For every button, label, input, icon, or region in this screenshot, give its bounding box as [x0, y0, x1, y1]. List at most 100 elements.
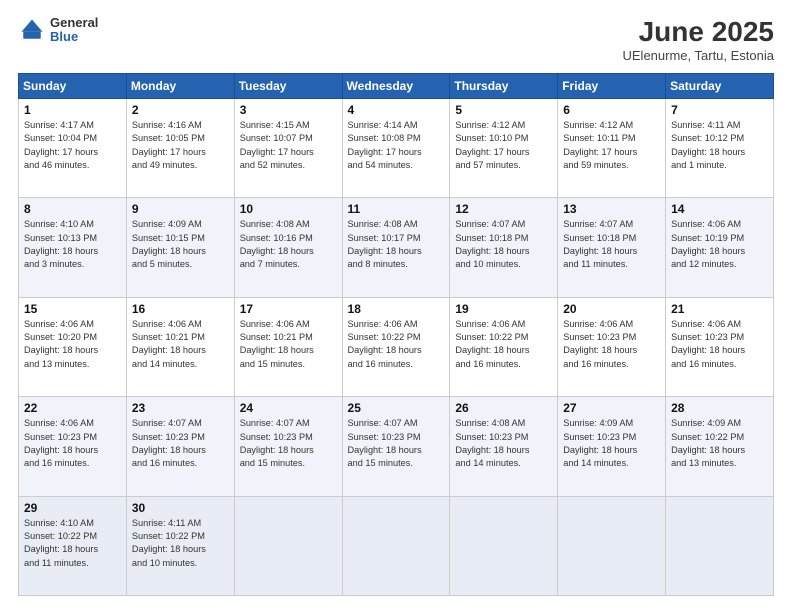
- table-row: 27Sunrise: 4:09 AM Sunset: 10:23 PM Dayl…: [558, 397, 666, 496]
- day-info: Sunrise: 4:09 AM Sunset: 10:15 PM Daylig…: [132, 218, 229, 271]
- day-number: 25: [348, 401, 445, 415]
- day-number: 11: [348, 202, 445, 216]
- logo-blue-text: Blue: [50, 30, 98, 44]
- calendar-week-4: 22Sunrise: 4:06 AM Sunset: 10:23 PM Dayl…: [19, 397, 774, 496]
- day-info: Sunrise: 4:08 AM Sunset: 10:16 PM Daylig…: [240, 218, 337, 271]
- day-info: Sunrise: 4:07 AM Sunset: 10:18 PM Daylig…: [455, 218, 552, 271]
- day-info: Sunrise: 4:07 AM Sunset: 10:23 PM Daylig…: [240, 417, 337, 470]
- day-number: 6: [563, 103, 660, 117]
- day-info: Sunrise: 4:08 AM Sunset: 10:23 PM Daylig…: [455, 417, 552, 470]
- table-row: 12 Sunrise: 4:07 AM Sunset: 10:18 PM Dayl…: [450, 198, 558, 297]
- day-number: 16: [132, 302, 229, 316]
- day-info: Sunrise: 4:06 AM Sunset: 10:19 PM Daylig…: [671, 218, 768, 271]
- calendar-table: Sunday Monday Tuesday Wednesday Thursday…: [18, 73, 774, 596]
- logo-general-text: General: [50, 16, 98, 30]
- calendar-week-3: 15 Sunrise: 4:06 AM Sunset: 10:20 PM Dayl…: [19, 297, 774, 396]
- day-number: 18: [348, 302, 445, 316]
- day-number: 14: [671, 202, 768, 216]
- col-tuesday: Tuesday: [234, 74, 342, 99]
- day-number: 27: [563, 401, 660, 415]
- table-row: 7 Sunrise: 4:11 AM Sunset: 10:12 PM Dayli…: [666, 99, 774, 198]
- day-info: Sunrise: 4:06 AM Sunset: 10:22 PM Daylig…: [348, 318, 445, 371]
- table-row: 20 Sunrise: 4:06 AM Sunset: 10:23 PM Dayl…: [558, 297, 666, 396]
- table-row: 5 Sunrise: 4:12 AM Sunset: 10:10 PM Dayli…: [450, 99, 558, 198]
- col-sunday: Sunday: [19, 74, 127, 99]
- table-row: 15 Sunrise: 4:06 AM Sunset: 10:20 PM Dayl…: [19, 297, 127, 396]
- table-row: 16 Sunrise: 4:06 AM Sunset: 10:21 PM Dayl…: [126, 297, 234, 396]
- day-info: Sunrise: 4:06 AM Sunset: 10:20 PM Daylig…: [24, 318, 121, 371]
- day-number: 7: [671, 103, 768, 117]
- table-row: 26 Sunrise: 4:08 AM Sunset: 10:23 PM Dayl…: [450, 397, 558, 496]
- table-row: [666, 496, 774, 595]
- table-row: [558, 496, 666, 595]
- table-row: [342, 496, 450, 595]
- day-info: Sunrise: 4:07 AM Sunset: 10:18 PM Daylig…: [563, 218, 660, 271]
- table-row: 22Sunrise: 4:06 AM Sunset: 10:23 PM Dayl…: [19, 397, 127, 496]
- table-row: 11Sunrise: 4:08 AM Sunset: 10:17 PM Dayl…: [342, 198, 450, 297]
- table-row: 28 Sunrise: 4:09 AM Sunset: 10:22 PM Dayl…: [666, 397, 774, 496]
- day-number: 1: [24, 103, 121, 117]
- col-monday: Monday: [126, 74, 234, 99]
- table-row: 30 Sunrise: 4:11 AM Sunset: 10:22 PM Dayl…: [126, 496, 234, 595]
- col-wednesday: Wednesday: [342, 74, 450, 99]
- day-info: Sunrise: 4:09 AM Sunset: 10:22 PM Daylig…: [671, 417, 768, 470]
- day-number: 30: [132, 501, 229, 515]
- calendar-week-5: 29Sunrise: 4:10 AM Sunset: 10:22 PM Dayl…: [19, 496, 774, 595]
- table-row: 10 Sunrise: 4:08 AM Sunset: 10:16 PM Dayl…: [234, 198, 342, 297]
- table-row: 18 Sunrise: 4:06 AM Sunset: 10:22 PM Dayl…: [342, 297, 450, 396]
- day-number: 12: [455, 202, 552, 216]
- day-number: 3: [240, 103, 337, 117]
- logo: General Blue: [18, 16, 98, 45]
- page: General Blue June 2025 UElenurme, Tartu,…: [0, 0, 792, 612]
- day-number: 15: [24, 302, 121, 316]
- day-number: 24: [240, 401, 337, 415]
- day-info: Sunrise: 4:11 AM Sunset: 10:12 PM Daylig…: [671, 119, 768, 172]
- table-row: [234, 496, 342, 595]
- table-row: 13Sunrise: 4:07 AM Sunset: 10:18 PM Dayl…: [558, 198, 666, 297]
- day-number: 19: [455, 302, 552, 316]
- table-row: 25 Sunrise: 4:07 AM Sunset: 10:23 PM Dayl…: [342, 397, 450, 496]
- day-info: Sunrise: 4:10 AM Sunset: 10:13 PM Daylig…: [24, 218, 121, 271]
- day-info: Sunrise: 4:07 AM Sunset: 10:23 PM Daylig…: [348, 417, 445, 470]
- calendar-week-1: 1 Sunrise: 4:17 AM Sunset: 10:04 PM Dayli…: [19, 99, 774, 198]
- day-info: Sunrise: 4:16 AM Sunset: 10:05 PM Daylig…: [132, 119, 229, 172]
- table-row: 8 Sunrise: 4:10 AM Sunset: 10:13 PM Dayli…: [19, 198, 127, 297]
- title-block: June 2025 UElenurme, Tartu, Estonia: [623, 16, 775, 63]
- day-info: Sunrise: 4:10 AM Sunset: 10:22 PM Daylig…: [24, 517, 121, 570]
- table-row: 2 Sunrise: 4:16 AM Sunset: 10:05 PM Dayli…: [126, 99, 234, 198]
- day-info: Sunrise: 4:06 AM Sunset: 10:23 PM Daylig…: [563, 318, 660, 371]
- day-info: Sunrise: 4:06 AM Sunset: 10:23 PM Daylig…: [671, 318, 768, 371]
- calendar-header-row: Sunday Monday Tuesday Wednesday Thursday…: [19, 74, 774, 99]
- table-row: 9 Sunrise: 4:09 AM Sunset: 10:15 PM Dayli…: [126, 198, 234, 297]
- day-number: 21: [671, 302, 768, 316]
- location: UElenurme, Tartu, Estonia: [623, 48, 775, 63]
- table-row: 23Sunrise: 4:07 AM Sunset: 10:23 PM Dayl…: [126, 397, 234, 496]
- table-row: 17Sunrise: 4:06 AM Sunset: 10:21 PM Dayl…: [234, 297, 342, 396]
- month-title: June 2025: [623, 16, 775, 48]
- logo-icon: [18, 16, 46, 44]
- day-info: Sunrise: 4:06 AM Sunset: 10:21 PM Daylig…: [132, 318, 229, 371]
- table-row: 1 Sunrise: 4:17 AM Sunset: 10:04 PM Dayli…: [19, 99, 127, 198]
- day-info: Sunrise: 4:06 AM Sunset: 10:22 PM Daylig…: [455, 318, 552, 371]
- col-thursday: Thursday: [450, 74, 558, 99]
- table-row: 24 Sunrise: 4:07 AM Sunset: 10:23 PM Dayl…: [234, 397, 342, 496]
- day-info: Sunrise: 4:17 AM Sunset: 10:04 PM Daylig…: [24, 119, 121, 172]
- day-number: 9: [132, 202, 229, 216]
- day-info: Sunrise: 4:15 AM Sunset: 10:07 PM Daylig…: [240, 119, 337, 172]
- day-number: 28: [671, 401, 768, 415]
- day-number: 26: [455, 401, 552, 415]
- day-number: 5: [455, 103, 552, 117]
- day-info: Sunrise: 4:12 AM Sunset: 10:10 PM Daylig…: [455, 119, 552, 172]
- day-number: 4: [348, 103, 445, 117]
- day-number: 20: [563, 302, 660, 316]
- day-number: 2: [132, 103, 229, 117]
- day-number: 8: [24, 202, 121, 216]
- table-row: 29Sunrise: 4:10 AM Sunset: 10:22 PM Dayl…: [19, 496, 127, 595]
- table-row: 14 Sunrise: 4:06 AM Sunset: 10:19 PM Dayl…: [666, 198, 774, 297]
- calendar-week-2: 8 Sunrise: 4:10 AM Sunset: 10:13 PM Dayli…: [19, 198, 774, 297]
- day-info: Sunrise: 4:12 AM Sunset: 10:11 PM Daylig…: [563, 119, 660, 172]
- day-info: Sunrise: 4:11 AM Sunset: 10:22 PM Daylig…: [132, 517, 229, 570]
- table-row: 19 Sunrise: 4:06 AM Sunset: 10:22 PM Dayl…: [450, 297, 558, 396]
- day-number: 10: [240, 202, 337, 216]
- table-row: [450, 496, 558, 595]
